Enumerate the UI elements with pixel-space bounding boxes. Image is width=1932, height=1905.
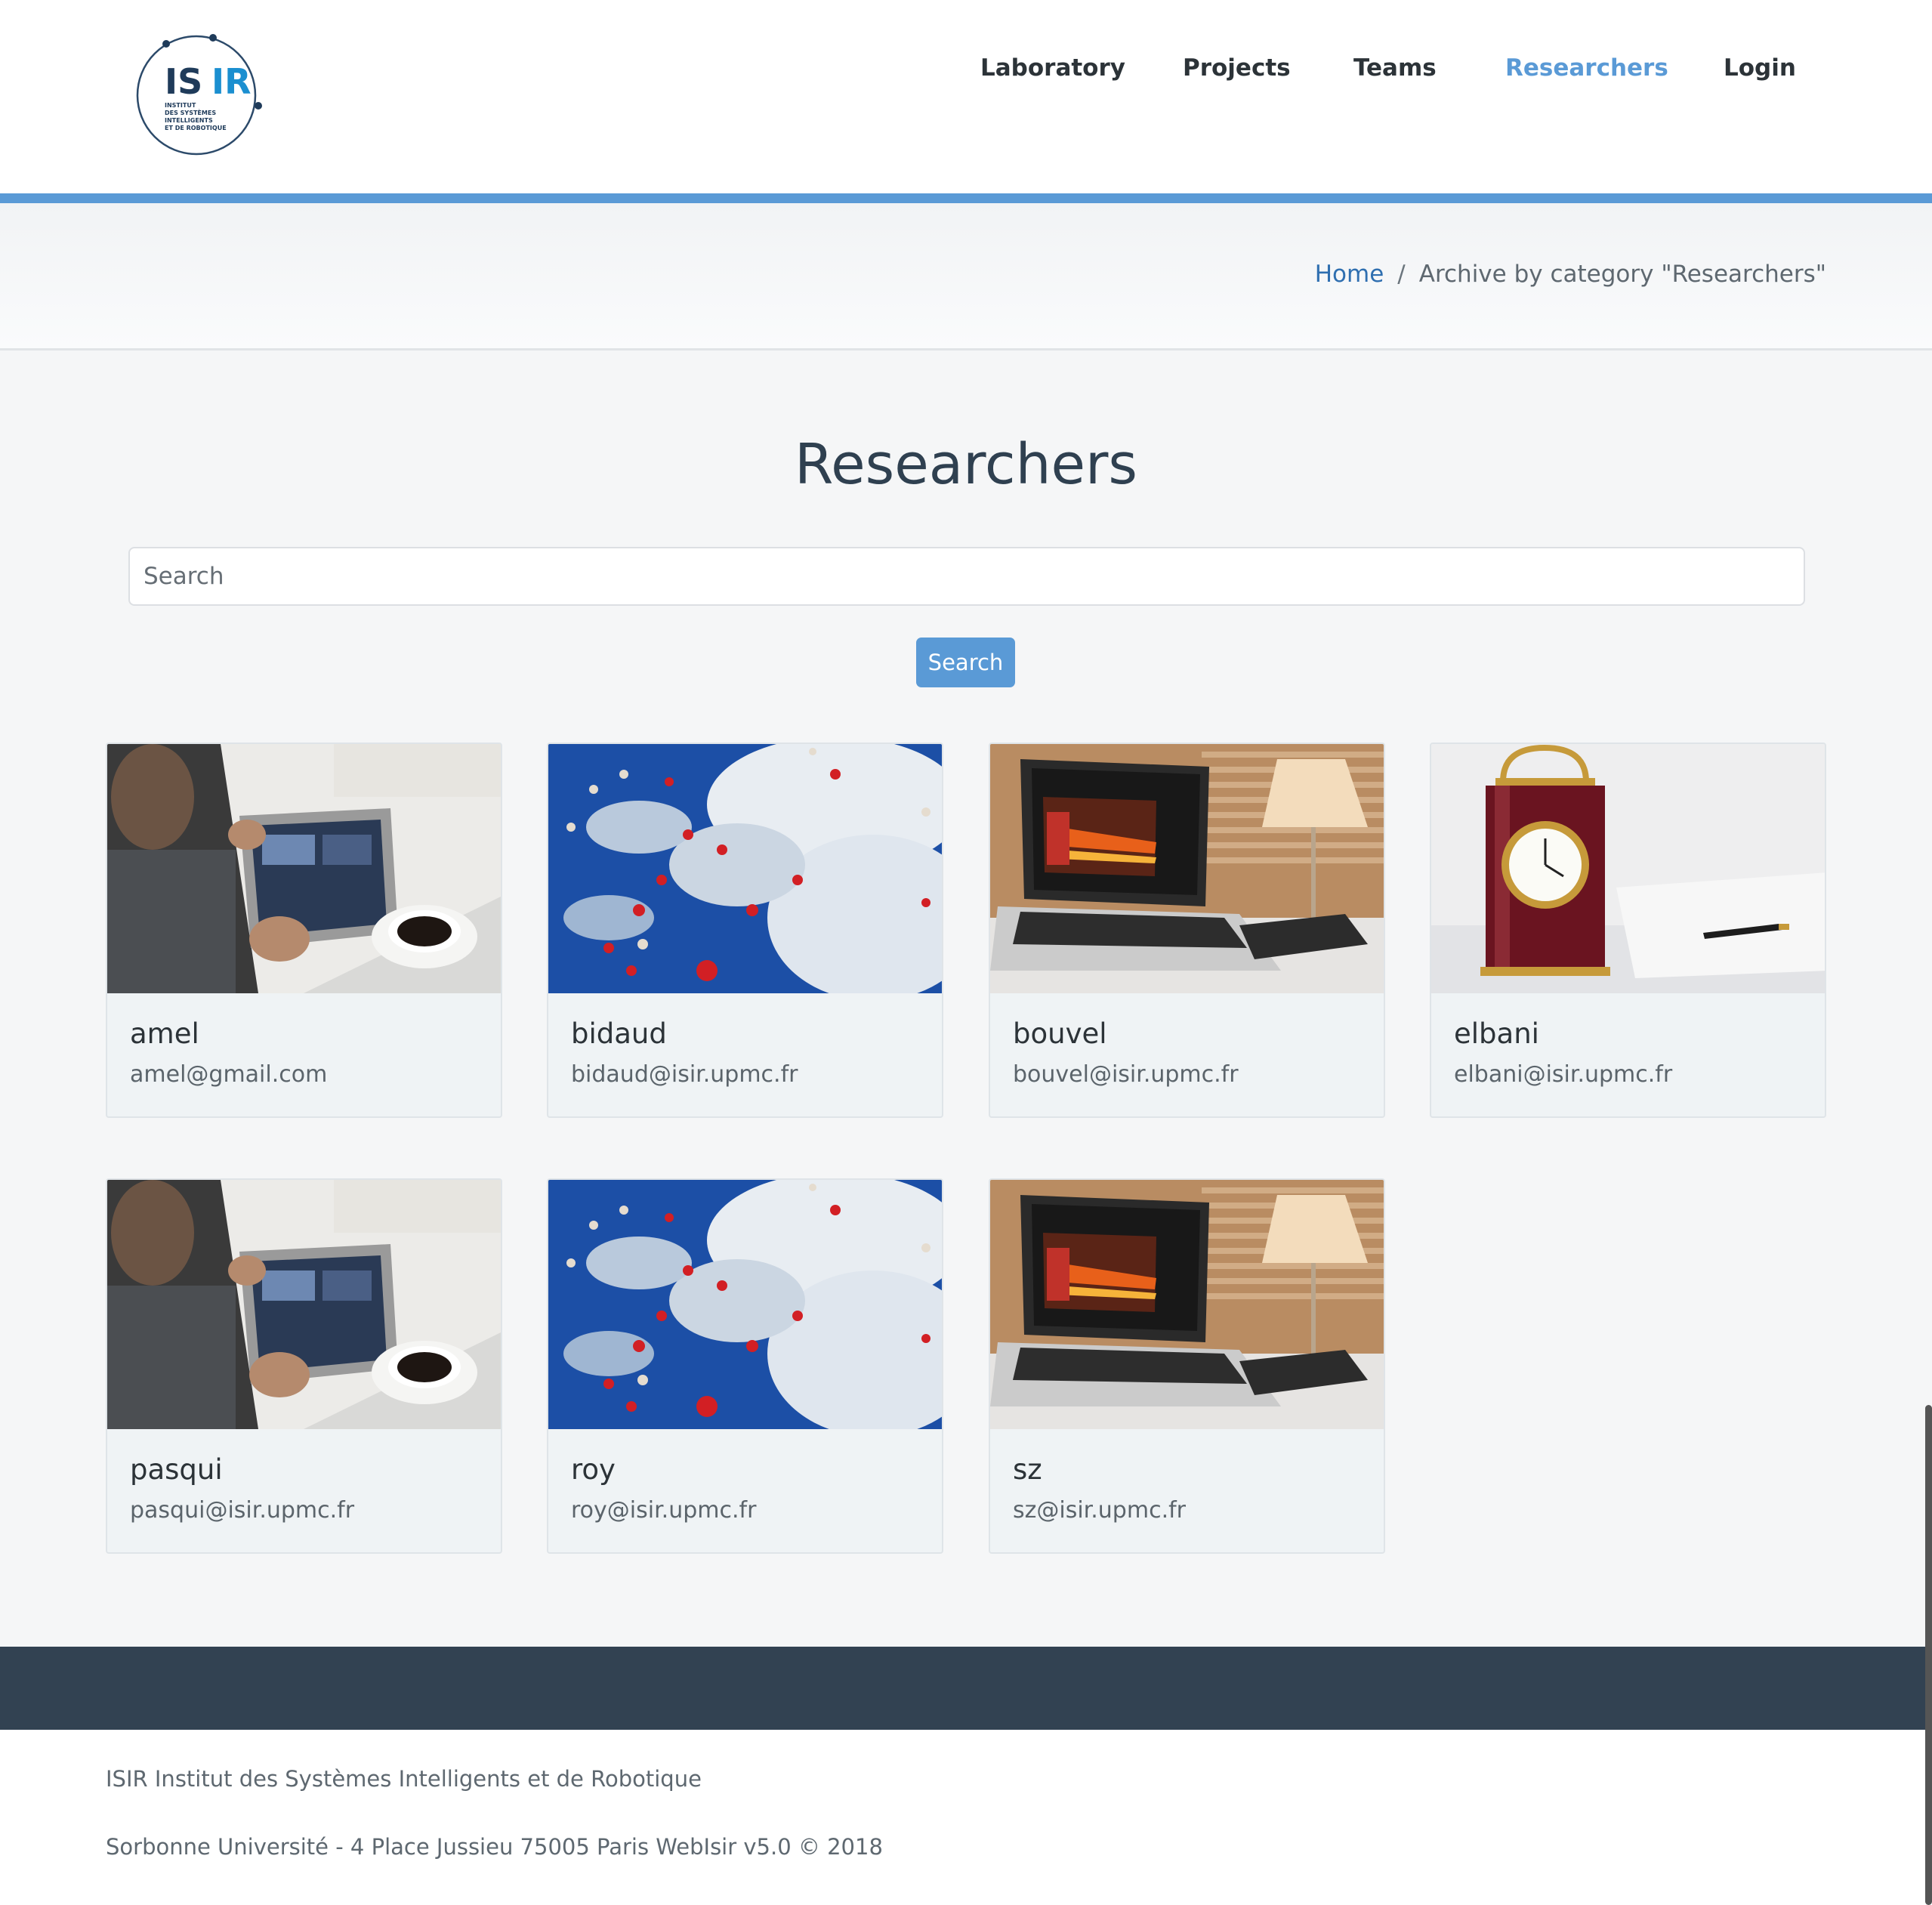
researcher-card[interactable]: amel amel@gmail.com [106,743,502,1118]
footer-institute: ISIR Institut des Systèmes Intelligents … [106,1766,702,1792]
svg-text:DES SYSTÈMES: DES SYSTÈMES [165,108,216,116]
researcher-card[interactable]: roy roy@isir.upmc.fr [547,1178,943,1554]
researcher-name[interactable]: bidaud [571,1017,667,1050]
researcher-card[interactable]: bidaud bidaud@isir.upmc.fr [547,743,943,1118]
nav-researchers[interactable]: Researchers [1505,54,1668,82]
svg-text:ET DE ROBOTIQUE: ET DE ROBOTIQUE [165,125,227,131]
researcher-photo-heart-balloons-sky [548,1180,942,1429]
researcher-photo-heart-balloons-sky [548,744,942,993]
svg-text:INTELLIGENTS: INTELLIGENTS [165,117,213,124]
isir-logo[interactable]: IS IR INSTITUT DES SYSTÈMES INTELLIGENTS… [127,33,270,162]
researcher-email: bidaud@isir.upmc.fr [571,1061,798,1088]
search-button[interactable]: Search [916,638,1015,687]
nav-login[interactable]: Login [1724,54,1796,82]
researcher-card[interactable]: sz sz@isir.upmc.fr [989,1178,1385,1554]
researcher-card[interactable]: elbani elbani@isir.upmc.fr [1430,743,1826,1118]
researcher-photo-laptop-lamp [990,744,1384,993]
researcher-email: amel@gmail.com [130,1061,328,1088]
site-footer: ISIR Institut des Systèmes Intelligents … [0,1730,1932,1905]
researcher-name[interactable]: pasqui [130,1453,223,1486]
page-title: Researchers [795,432,1137,497]
nav-projects[interactable]: Projects [1183,54,1291,82]
researcher-email: roy@isir.upmc.fr [571,1497,757,1524]
breadcrumb-separator: / [1397,261,1406,288]
researcher-photo-tablet-coffee [107,744,501,993]
researcher-email: sz@isir.upmc.fr [1013,1497,1186,1524]
researcher-card[interactable]: bouvel bouvel@isir.upmc.fr [989,743,1385,1118]
researcher-name[interactable]: roy [571,1453,616,1486]
researcher-email: bouvel@isir.upmc.fr [1013,1061,1239,1088]
nav-laboratory[interactable]: Laboratory [980,54,1125,82]
main-nav: Laboratory Projects Teams Researchers Lo… [0,54,1932,91]
svg-text:INSTITUT: INSTITUT [165,102,196,109]
footer-address: Sorbonne Université - 4 Place Jussieu 75… [106,1834,883,1860]
researcher-name[interactable]: elbani [1454,1017,1539,1050]
researcher-card[interactable]: pasqui pasqui@isir.upmc.fr [106,1178,502,1554]
researcher-photo-laptop-lamp [990,1180,1384,1429]
site-header: IS IR INSTITUT DES SYSTÈMES INTELLIGENTS… [0,0,1932,193]
footer-band [0,1647,1932,1730]
researcher-name[interactable]: sz [1013,1453,1042,1486]
researcher-photo-clock-notebook [1431,744,1825,993]
researcher-email: elbani@isir.upmc.fr [1454,1061,1673,1088]
breadcrumb-band: Home / Archive by category "Researchers" [0,203,1932,350]
researcher-email: pasqui@isir.upmc.fr [130,1497,355,1524]
breadcrumb: Home / Archive by category "Researchers" [1315,261,1826,288]
researcher-photo-tablet-coffee [107,1180,501,1429]
researcher-name[interactable]: bouvel [1013,1017,1107,1050]
researcher-name[interactable]: amel [130,1017,199,1050]
breadcrumb-home-link[interactable]: Home [1315,261,1384,288]
header-accent-bar [0,193,1932,203]
breadcrumb-current: Archive by category "Researchers" [1418,261,1826,288]
search-input[interactable] [128,547,1805,606]
page-scrollbar[interactable] [1925,1405,1932,1905]
nav-teams[interactable]: Teams [1353,54,1437,82]
